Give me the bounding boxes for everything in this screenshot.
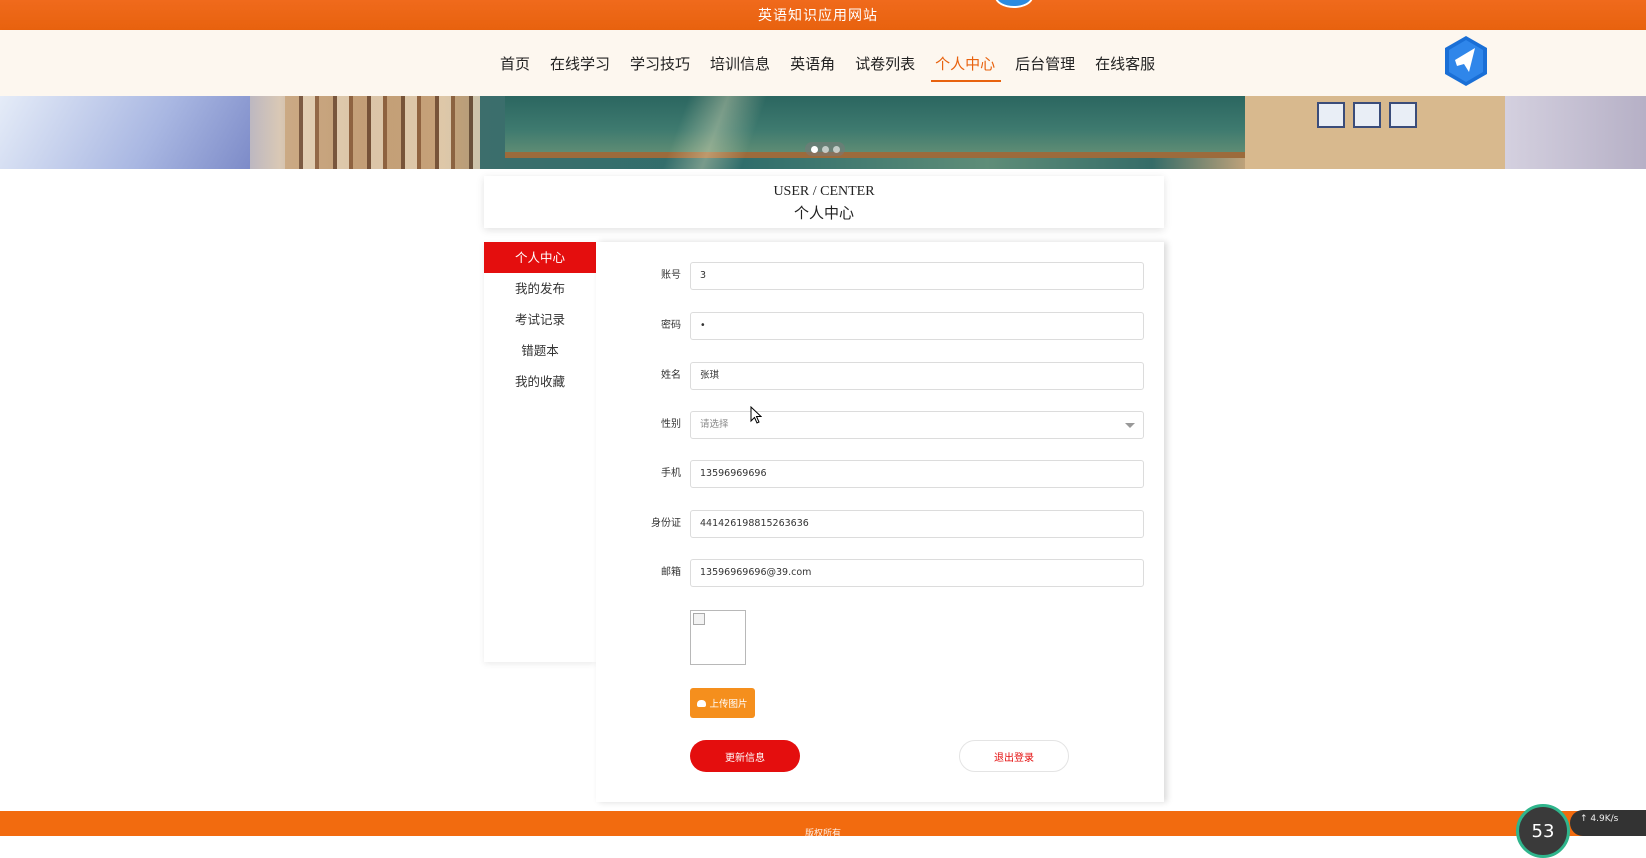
page-footer: 版权所有 [0,811,1646,839]
nav-menu: 首页 在线学习 学习技巧 培训信息 英语角 试卷列表 个人中心 后台管理 在线客… [500,30,1175,96]
nav-item-user-center[interactable]: 个人中心 [931,47,1002,82]
name-input[interactable]: 张琪 [690,362,1144,390]
carousel-dot[interactable] [832,145,840,153]
nav-item-english-corner[interactable]: 英语角 [790,47,835,80]
nav-item-online-service[interactable]: 在线客服 [1095,47,1155,80]
banner-poster [1317,102,1345,128]
form-row-name: 姓名 张琪 [596,362,1164,390]
mouse-cursor-icon [750,406,762,424]
user-sidebar: 个人中心 我的发布 考试记录 错题本 我的收藏 [484,242,596,662]
section-title-cn: 个人中心 [793,204,854,222]
speed-ring: 53 [1516,804,1570,858]
carousel-indicator [805,142,845,156]
nav-item-admin[interactable]: 后台管理 [1015,47,1075,80]
logout-button[interactable]: 退出登录 [959,740,1069,772]
form-row-id-card: 身份证 441426198815263636 [596,510,1164,538]
update-info-label: 更新信息 [725,752,765,764]
chevron-down-icon [1125,423,1135,428]
nav-item-online-learning[interactable]: 在线学习 [550,47,610,80]
gender-select-placeholder: 请选择 [700,419,729,430]
banner-door [1505,96,1646,169]
sidebar-item-exam-records[interactable]: 考试记录 [484,304,596,335]
sidebar-item-my-posts[interactable]: 我的发布 [484,273,596,304]
password-input[interactable]: • [690,312,1144,340]
top-logo-icon [995,0,1033,8]
upload-image-label: 上传图片 [709,699,748,710]
email-input[interactable]: 13596969696@39.com [690,559,1144,587]
sidebar-item-favorites[interactable]: 我的收藏 [484,366,596,397]
banner-light [630,96,800,169]
form-row-gender: 性别 请选择 [596,411,1164,439]
footer-text: 版权所有 [804,829,841,839]
upload-image-button[interactable]: 上传图片 [690,688,755,718]
id-card-label: 身份证 [651,518,681,529]
section-title-en: USER / CENTER [773,184,875,199]
banner-poster [1353,102,1381,128]
carousel-dot[interactable] [810,145,818,153]
account-label: 账号 [661,270,681,281]
nav-item-home[interactable]: 首页 [500,47,530,80]
banner-wall [1245,96,1505,169]
nav-item-training-info[interactable]: 培训信息 [710,47,770,80]
nav-item-study-tips[interactable]: 学习技巧 [630,47,690,80]
avatar-preview [690,610,746,665]
top-bar: 英语知识应用网站 [0,0,1646,30]
brand-logo-icon[interactable] [1443,34,1489,88]
form-row-account: 账号 3 [596,262,1164,290]
profile-form-panel: 账号 3 密码 • 姓名 张琪 性别 请选择 手机 13596969696 身份… [596,242,1164,802]
speed-readout: ↑ 4.9K/s [1570,810,1646,836]
banner-poster [1389,102,1417,128]
name-label: 姓名 [661,370,681,381]
banner-carousel [0,96,1646,169]
form-row-phone: 手机 13596969696 [596,460,1164,488]
gender-label: 性别 [661,419,681,430]
sidebar-item-wrong-questions[interactable]: 错题本 [484,335,596,366]
form-row-email: 邮箱 13596969696@39.com [596,559,1164,587]
carousel-dot[interactable] [821,145,829,153]
site-title: 英语知识应用网站 [758,8,878,24]
phone-label: 手机 [661,468,681,479]
banner-window [0,96,250,169]
password-label: 密码 [661,320,681,331]
nav-item-exam-list[interactable]: 试卷列表 [855,47,915,80]
phone-input[interactable]: 13596969696 [690,460,1144,488]
banner-bookshelf [285,96,480,169]
network-speed-widget: ↑ 4.9K/s 53 [1516,804,1646,858]
cloud-upload-icon [697,699,707,707]
email-label: 邮箱 [661,567,681,578]
logout-label: 退出登录 [994,752,1034,764]
broken-image-icon [693,613,705,625]
sidebar-item-user-center[interactable]: 个人中心 [484,242,596,273]
id-card-input[interactable]: 441426198815263636 [690,510,1144,538]
section-header: USER / CENTER 个人中心 [484,176,1164,228]
form-row-password: 密码 • [596,312,1164,340]
update-info-button[interactable]: 更新信息 [690,740,800,772]
main-navbar: 首页 在线学习 学习技巧 培训信息 英语角 试卷列表 个人中心 后台管理 在线客… [0,30,1646,96]
account-input[interactable]: 3 [690,262,1144,290]
banner-chalkboard [505,96,1245,158]
